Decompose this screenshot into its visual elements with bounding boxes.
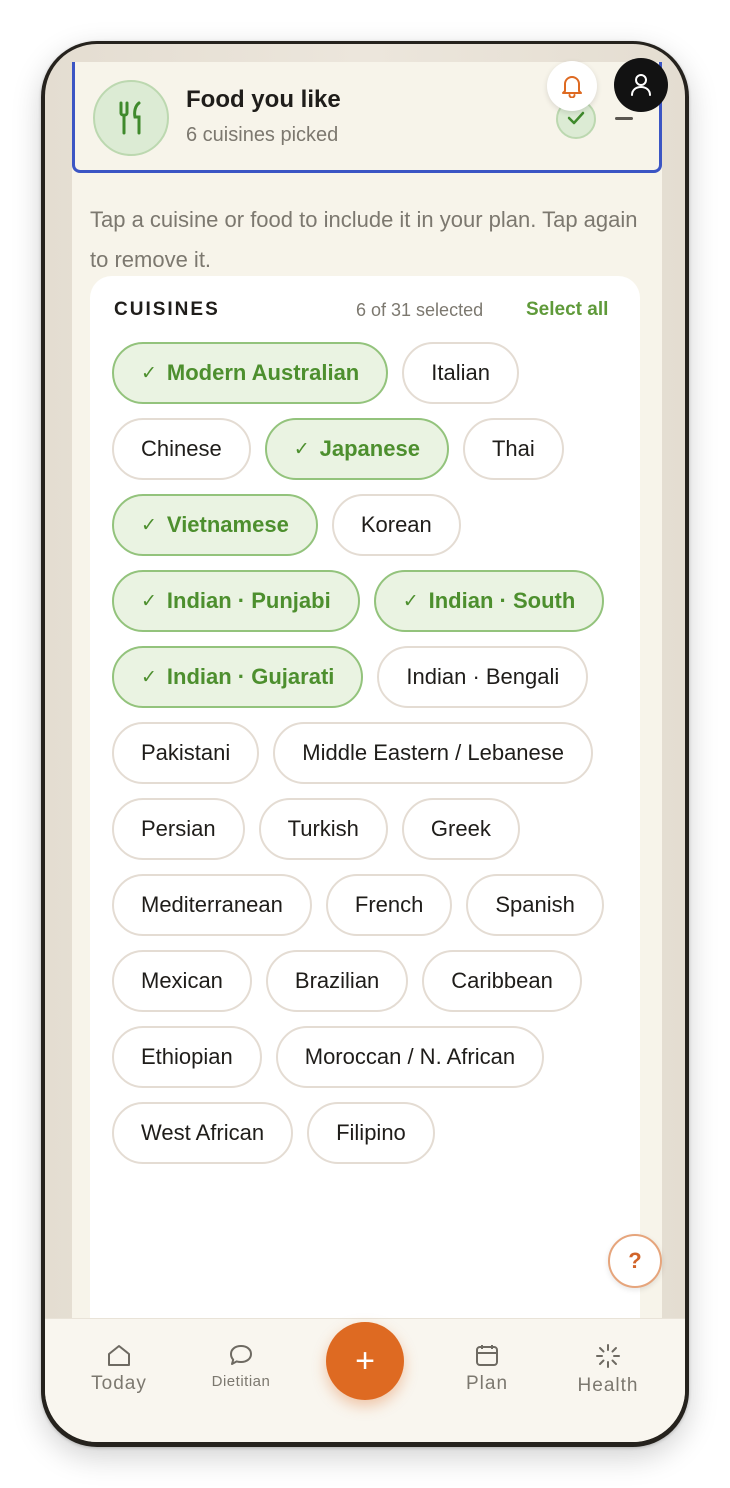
cuisine-chip[interactable]: ✓Persian [112, 798, 245, 860]
cuisine-chip-label: Thai [491, 436, 535, 461]
check-icon: ✓ [141, 514, 157, 536]
cuisine-chip-label: Filipino [336, 1120, 406, 1145]
tab-dietitian-label: Dietitian [211, 1373, 271, 1390]
cuisine-chip-label: Pakistani [141, 740, 231, 765]
cuisine-chip-label: Middle Eastern / Lebanese [302, 740, 565, 765]
tab-today[interactable]: Today [64, 1319, 174, 1395]
instruction-text: Tap a cuisine or food to include it in y… [90, 207, 638, 272]
cuisine-chip-label: Vietnamese [166, 512, 289, 537]
cuisine-chip[interactable]: ✓Greek [401, 798, 520, 860]
cuisines-heading: CUISINES [114, 299, 220, 320]
cuisine-chip[interactable]: ✓ Vietnamese [112, 494, 318, 556]
cuisine-chip-label: Caribbean [451, 968, 553, 993]
cuisine-chip-label: Modern Australian [166, 360, 360, 385]
cuisine-chip-list: ✓Modern Australian✓Italian✓Chinese✓Japan… [112, 342, 622, 1164]
home-icon [108, 1345, 130, 1366]
app-screen: Food you like 6 cuisines picked Tap a cu… [45, 44, 685, 1442]
section-title: Food you like [186, 86, 341, 113]
cuisines-card: CUISINES 6 of 31 selected Select all ✓ Mo… [90, 276, 640, 1376]
cuisine-chip-label: Chinese [141, 436, 222, 461]
add-button[interactable]: + [326, 1322, 404, 1400]
check-icon: ✓ [141, 666, 157, 688]
cuisine-chip-label: Mexican [141, 968, 223, 993]
cuisine-chip[interactable]: ✓Caribbean [422, 950, 582, 1012]
cuisine-chip[interactable]: ✓Filipino [307, 1102, 435, 1164]
cuisine-chip-label: Indian · Gujarati [166, 664, 335, 689]
section-subtitle: 6 cuisines picked [186, 124, 339, 146]
cuisine-chip-label: Indian · South [428, 588, 576, 613]
cuisine-chip[interactable]: ✓ Indian · Gujarati [112, 646, 364, 708]
cuisine-chip[interactable]: ✓Mediterranean [112, 874, 312, 936]
tab-plan[interactable]: Plan [432, 1319, 542, 1395]
chat-bubble-icon [230, 1345, 252, 1365]
collapse-icon[interactable] [615, 117, 633, 120]
check-icon: ✓ [402, 590, 419, 612]
device-frame: Food you like 6 cuisines picked Tap a cu… [41, 41, 689, 1447]
cuisine-chip[interactable]: ✓Pakistani [112, 722, 260, 784]
cuisine-chip-label: Greek [430, 816, 491, 841]
cuisine-chip[interactable]: ✓West African [112, 1102, 294, 1164]
cuisine-chip[interactable]: ✓ Modern Australian [112, 342, 389, 404]
tab-today-label: Today [91, 1373, 147, 1394]
check-icon: ✓ [141, 362, 157, 384]
cuisine-chip[interactable]: ✓Brazilian [265, 950, 409, 1012]
cuisine-chip[interactable]: ✓Indian · Bengali [377, 646, 589, 708]
cuisine-chip[interactable]: ✓French [325, 874, 453, 936]
check-icon: ✓ [141, 590, 157, 612]
cuisine-chip[interactable]: ✓Spanish [466, 874, 604, 936]
calendar-icon [476, 1345, 498, 1366]
cuisine-chip-label: French [354, 892, 424, 917]
cuisine-chip[interactable]: ✓Chinese [112, 418, 251, 480]
cuisine-chip[interactable]: ✓ Indian · Punjabi [112, 570, 360, 632]
cuisine-chip[interactable]: ✓Moroccan / N. African [275, 1026, 545, 1088]
selected-count: 6 of 31 selected [356, 300, 484, 320]
cuisine-chip[interactable]: ✓Mexican [112, 950, 252, 1012]
tab-plan-label: Plan [465, 1373, 509, 1394]
cuisine-chip[interactable]: ✓Italian [402, 342, 519, 404]
profile-avatar-icon[interactable] [614, 58, 668, 112]
select-all-button[interactable]: Select all [526, 299, 608, 321]
cuisine-chip[interactable]: ✓Thai [462, 418, 564, 480]
cuisine-chip-label: Indian · Punjabi [166, 588, 331, 613]
cutlery-icon [93, 80, 169, 156]
notifications-bell-icon[interactable] [547, 61, 597, 111]
cuisine-chip[interactable]: ✓ Japanese [264, 418, 449, 480]
cuisine-chip[interactable]: ✓Ethiopian [112, 1026, 262, 1088]
cuisine-chip[interactable]: ✓Korean [331, 494, 461, 556]
cuisine-chip-label: Korean [360, 512, 432, 537]
cuisine-chip-label: Turkish [287, 816, 359, 841]
cuisine-chip-label: Mediterranean [141, 892, 283, 917]
help-button[interactable]: ? [608, 1234, 662, 1288]
preferences-sheet: Food you like 6 cuisines picked Tap a cu… [72, 62, 662, 1376]
activity-spinner-icon [596, 1344, 620, 1368]
cuisine-chip[interactable]: ✓Turkish [258, 798, 388, 860]
cuisine-chip-label: Persian [141, 816, 216, 841]
tab-health-label: Health [577, 1375, 639, 1396]
cuisine-chip-label: Moroccan / N. African [304, 1044, 516, 1069]
cuisine-chip-label: Japanese [319, 436, 420, 461]
cuisine-chip-label: Ethiopian [141, 1044, 233, 1069]
tab-health[interactable]: Health [553, 1319, 663, 1397]
cuisine-chip-label: Italian [431, 360, 490, 385]
cuisine-chip[interactable]: ✓Middle Eastern / Lebanese [273, 722, 594, 784]
check-icon: ✓ [293, 438, 310, 460]
cuisine-chip-label: West African [141, 1120, 265, 1145]
cuisine-chip[interactable]: ✓ Indian · South [373, 570, 605, 632]
cuisine-chip-label: Brazilian [294, 968, 380, 993]
cuisine-chip-label: Indian · Bengali [406, 664, 560, 689]
cuisine-chip-label: Spanish [495, 892, 575, 917]
tab-dietitian[interactable]: Dietitian [186, 1319, 296, 1390]
